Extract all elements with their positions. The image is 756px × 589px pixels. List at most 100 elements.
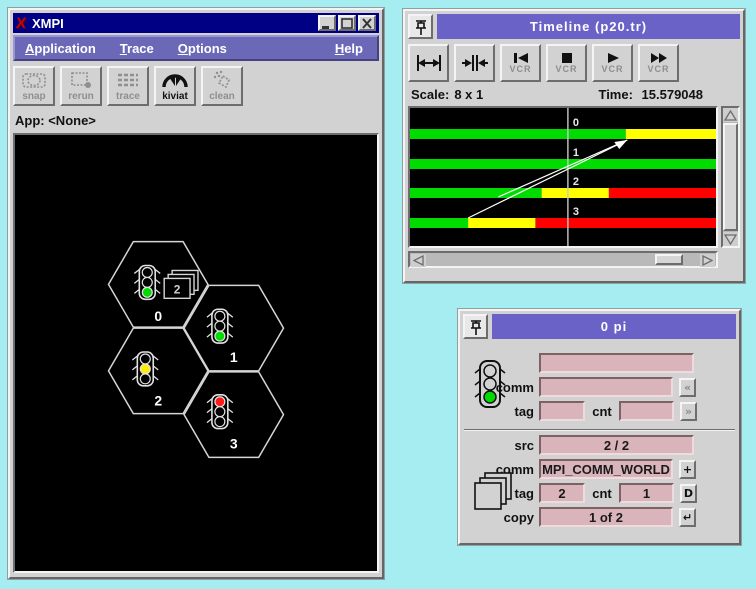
xmpi-main-window: X XMPI Application Trace Options Help sn…: [8, 8, 384, 579]
lamp-mid: [142, 277, 152, 287]
trace-button[interactable]: trace: [107, 66, 149, 106]
timeline-toolbar: VCR VCR VCR VCR: [408, 44, 740, 82]
timeline-titlebar[interactable]: Timeline (p20.tr): [437, 14, 740, 39]
timeline-bar-segment: [536, 218, 717, 228]
tag-field[interactable]: [539, 401, 585, 421]
traffic-light-process-0[interactable]: [134, 265, 160, 299]
double-left-chevron-icon: «: [684, 381, 691, 394]
traffic-light-process-1[interactable]: [207, 309, 233, 343]
vertical-scrollbar[interactable]: [721, 106, 740, 248]
pin-button[interactable]: [408, 14, 433, 39]
process-3-label: 3: [230, 435, 238, 451]
comm-detail-button[interactable]: +: [679, 460, 696, 479]
lamp-bot: [140, 374, 150, 384]
cnt-field[interactable]: 1: [619, 483, 674, 503]
next-message-button[interactable]: »: [680, 402, 697, 421]
prev-message-button[interactable]: «: [679, 378, 696, 397]
lamp-top: [140, 354, 150, 364]
comm-field[interactable]: MPI_COMM_WORLD: [539, 459, 673, 479]
clean-brush-icon: [209, 70, 235, 90]
process-canvas[interactable]: 2 0 1 2: [13, 133, 379, 573]
timeline-window: Timeline (p20.tr) VCR VCR: [403, 9, 745, 283]
traffic-light-icon: [473, 357, 507, 417]
lamp-top: [215, 397, 225, 407]
kiviat-icon: [162, 70, 188, 90]
menu-application[interactable]: Application: [25, 41, 96, 56]
rerun-button[interactable]: rerun: [60, 66, 102, 106]
lamp-bot: [484, 391, 496, 403]
message-count: 2: [174, 282, 181, 296]
timeline-bar-segment: [609, 188, 716, 198]
scroll-right-button[interactable]: [700, 254, 715, 267]
vcr-fast-forward-button[interactable]: VCR: [638, 44, 679, 82]
return-button[interactable]: ↵: [679, 508, 696, 527]
time-label: Time:: [598, 87, 632, 102]
timeline-bar-segment: [410, 129, 626, 139]
timeline-process-label: 3: [573, 206, 579, 218]
snap-button[interactable]: snap: [13, 66, 55, 106]
copy-field[interactable]: 1 of 2: [539, 507, 673, 527]
timeline-process-label: 2: [573, 176, 579, 188]
horizontal-scroll-thumb[interactable]: [655, 254, 683, 265]
timeline-bar-segment: [410, 159, 716, 169]
rerun-label: rerun: [68, 91, 94, 102]
vertical-scroll-thumb[interactable]: [723, 123, 738, 231]
timeline-bar-segment: [468, 218, 535, 228]
compress-button[interactable]: [454, 44, 495, 82]
kiviat-button[interactable]: kiviat: [154, 66, 196, 106]
timeline-chart[interactable]: 0123: [408, 106, 718, 248]
main-titlebar[interactable]: X XMPI: [13, 13, 379, 33]
vcr-label: VCR: [555, 65, 577, 74]
close-button[interactable]: [358, 15, 376, 31]
return-arrow-icon: ↵: [683, 511, 692, 524]
scale-label: Scale:: [411, 87, 449, 102]
src-field[interactable]: 2 / 2: [539, 435, 694, 455]
timeline-status-row: Scale: 8 x 1 Time: 15.579048: [408, 86, 740, 103]
lamp-bot: [142, 287, 152, 297]
clean-label: clean: [209, 91, 235, 102]
left-arrow-icon: [413, 255, 424, 266]
x-logo-icon: X: [15, 15, 27, 32]
traffic-light-process-3[interactable]: [207, 395, 233, 429]
cross-icon: +: [683, 463, 692, 476]
focus-titlebar[interactable]: 0 pi: [492, 314, 736, 339]
vcr-label: VCR: [647, 65, 669, 74]
rank-focus-window: 0 pi comm « tag cnt »: [458, 309, 741, 545]
message-stack-icon[interactable]: 2: [164, 270, 198, 298]
comm-field[interactable]: [539, 377, 673, 397]
vcr-stop-button[interactable]: VCR: [546, 44, 587, 82]
traffic-light-process-2[interactable]: [132, 352, 158, 386]
lamp-mid: [215, 321, 225, 331]
minimize-button[interactable]: [318, 15, 336, 31]
peek-field[interactable]: [539, 353, 694, 373]
down-arrow-icon: [724, 234, 737, 245]
menu-help[interactable]: Help: [335, 41, 363, 56]
cnt-field[interactable]: [619, 401, 674, 421]
scroll-down-button[interactable]: [723, 232, 738, 246]
scroll-left-button[interactable]: [411, 254, 426, 267]
message-detail-section: src 2 / 2 comm MPI_COMM_WORLD + tag 2 cn…: [463, 435, 736, 527]
expand-button[interactable]: [408, 44, 449, 82]
vcr-rewind-button[interactable]: VCR: [500, 44, 541, 82]
cnt-label: cnt: [585, 404, 619, 419]
datatype-button[interactable]: D: [680, 484, 697, 503]
menu-options[interactable]: Options: [178, 41, 227, 56]
scale-value: 8 x 1: [454, 87, 483, 102]
lamp-top: [484, 365, 496, 377]
lamp-top: [142, 267, 152, 277]
scroll-up-button[interactable]: [723, 108, 738, 122]
timeline-bar-segment: [626, 129, 716, 139]
clean-button[interactable]: clean: [201, 66, 243, 106]
rerun-icon: [68, 70, 94, 90]
datatype-icon: D: [684, 487, 693, 500]
main-toolbar: snap rerun trace kiviat: [13, 66, 379, 106]
rewind-icon: [511, 52, 531, 64]
horizontal-scrollbar[interactable]: [408, 251, 718, 268]
vcr-play-button[interactable]: VCR: [592, 44, 633, 82]
menu-trace[interactable]: Trace: [120, 41, 154, 56]
pin-button[interactable]: [463, 314, 488, 339]
process-2-label: 2: [154, 393, 162, 409]
pushpin-icon: [467, 318, 485, 336]
maximize-button[interactable]: [338, 15, 356, 31]
tag-field[interactable]: 2: [539, 483, 585, 503]
